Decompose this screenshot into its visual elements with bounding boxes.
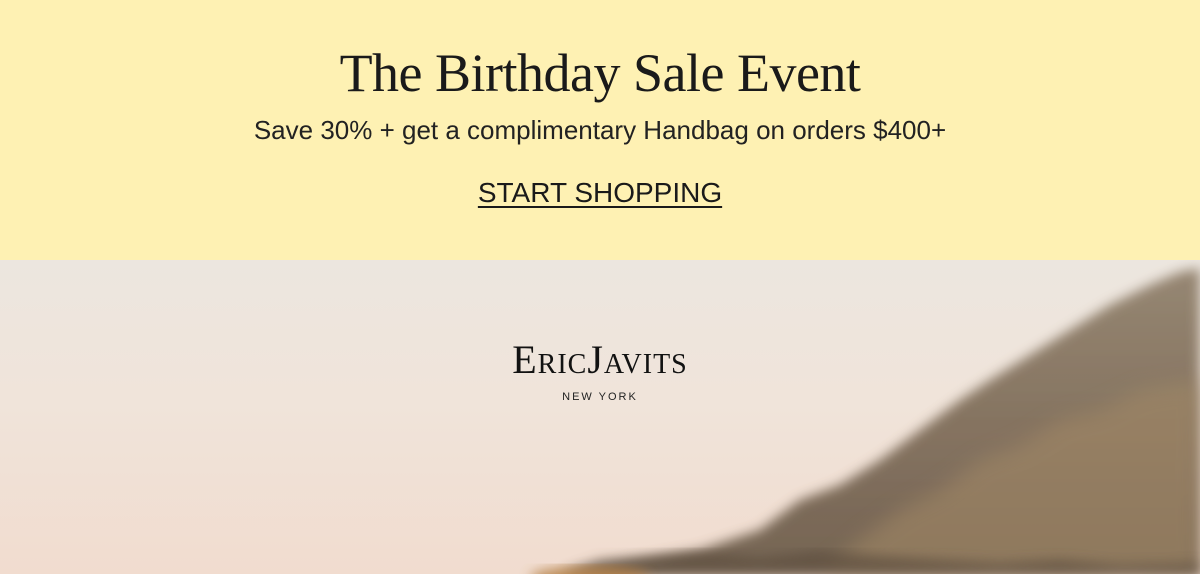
hero-image[interactable]: EricJavits NEW YORK <box>0 260 1200 574</box>
email-page: The Birthday Sale Event Save 30% + get a… <box>0 0 1200 574</box>
banner-subtitle: Save 30% + get a complimentary Handbag o… <box>253 115 947 145</box>
promo-banner: The Birthday Sale Event Save 30% + get a… <box>0 0 1200 260</box>
logo-location: NEW YORK <box>562 391 638 403</box>
start-shopping-link[interactable]: START SHOPPING <box>478 175 722 211</box>
brand-logo[interactable]: EricJavits NEW YORK <box>0 336 1200 404</box>
logo-wordmark: EricJavits <box>512 337 688 382</box>
mountain-landscape-photo <box>533 268 1200 574</box>
banner-title: The Birthday Sale Event <box>339 43 861 103</box>
